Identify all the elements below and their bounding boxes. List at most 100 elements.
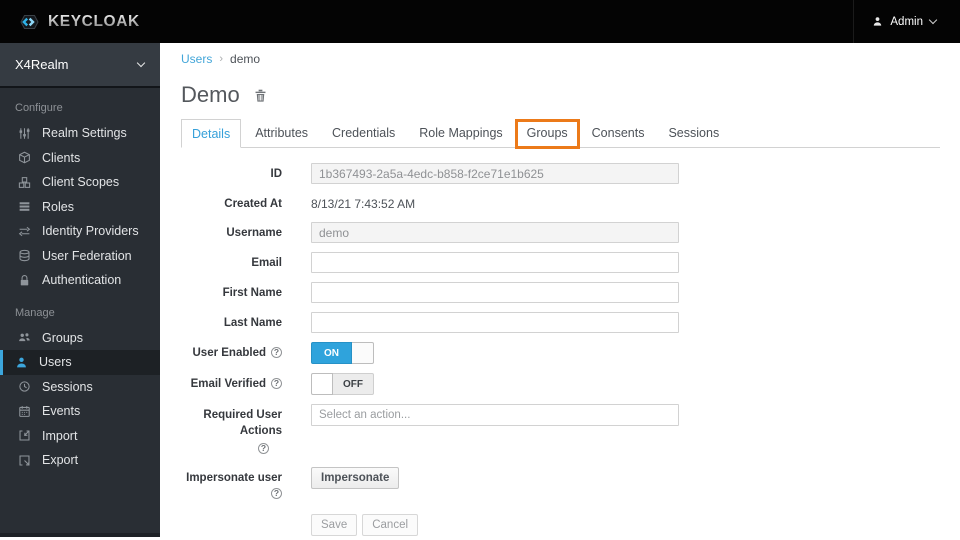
exchange-icon xyxy=(18,225,34,238)
tab-role-mappings[interactable]: Role Mappings xyxy=(409,119,512,148)
field-control-user-enabled: ON xyxy=(311,342,374,364)
email-verified-toggle[interactable]: OFF xyxy=(311,373,374,395)
tab-label: Credentials xyxy=(332,126,396,140)
sidebar-item-export[interactable]: Export xyxy=(0,448,160,473)
main-content: Users › demo Demo Details Attributes Crede… xyxy=(160,43,960,540)
export-icon xyxy=(18,454,34,467)
keycloak-logo-icon xyxy=(20,14,39,29)
id-input[interactable] xyxy=(311,163,679,184)
field-label-text: Impersonate user xyxy=(186,472,282,485)
field-label-first-name: First Name xyxy=(181,282,282,303)
breadcrumb: Users › demo xyxy=(181,52,940,66)
breadcrumb-current: demo xyxy=(230,52,261,66)
field-label-impersonate-user: Impersonate user? xyxy=(181,467,282,502)
sidebar-item-client-scopes[interactable]: Client Scopes xyxy=(0,170,160,195)
help-icon[interactable]: ? xyxy=(258,443,269,455)
form-row-email-verified: Email Verified? OFF xyxy=(181,373,940,395)
sidebar-item-user-federation[interactable]: User Federation xyxy=(0,244,160,269)
lock-icon xyxy=(18,274,34,287)
form-row-required-user-actions: Required User Actions? xyxy=(181,404,940,455)
tab-sessions[interactable]: Sessions xyxy=(658,119,729,148)
cube-icon xyxy=(18,151,34,164)
tab-label: Details xyxy=(192,127,231,141)
field-label-email: Email xyxy=(181,252,282,273)
field-label-user-enabled: User Enabled? xyxy=(181,342,282,364)
chevron-down-icon xyxy=(928,15,938,24)
field-control-first-name xyxy=(311,282,679,303)
tab-groups[interactable]: Groups xyxy=(514,119,580,149)
sidebar-item-sessions[interactable]: Sessions xyxy=(0,375,160,400)
sidebar-nav: Configure Realm Settings Clients Client Sco… xyxy=(0,88,160,473)
save-button[interactable]: Save xyxy=(311,514,358,537)
keycloak-logo[interactable]: KEYCLOAK xyxy=(0,9,140,35)
admin-user-menu[interactable]: Admin xyxy=(853,0,960,43)
sidebar-item-roles[interactable]: Roles xyxy=(0,195,160,220)
sidebar-item-label: Authentication xyxy=(42,273,122,288)
realm-name: X4Realm xyxy=(15,57,69,72)
sliders-icon xyxy=(18,127,34,140)
field-label-text: Created At xyxy=(224,198,282,210)
database-icon xyxy=(18,249,34,262)
tab-credentials[interactable]: Credentials xyxy=(322,119,405,148)
sidebar-item-label: Groups xyxy=(42,330,83,345)
field-label-text: Username xyxy=(226,227,282,239)
field-label-text: Email xyxy=(251,257,282,269)
field-control-last-name xyxy=(311,312,679,333)
toggle-handle xyxy=(352,342,374,364)
sidebar-item-clients[interactable]: Clients xyxy=(0,146,160,171)
required-user-actions-select[interactable] xyxy=(311,404,679,426)
sidebar-item-groups[interactable]: Groups xyxy=(0,326,160,351)
username-input[interactable] xyxy=(311,222,679,243)
form-row-impersonate-user: Impersonate user? Impersonate xyxy=(181,467,940,502)
form-row-created-at: Created At 8/13/21 7:43:52 AM xyxy=(181,193,940,213)
created-at-value: 8/13/21 7:43:52 AM xyxy=(311,197,416,211)
help-icon[interactable]: ? xyxy=(271,378,282,389)
field-label-text: Required User Actions xyxy=(203,409,282,437)
realm-selector[interactable]: X4Realm xyxy=(0,43,160,88)
sidebar-item-realm-settings[interactable]: Realm Settings xyxy=(0,121,160,146)
sidebar-item-authentication[interactable]: Authentication xyxy=(0,268,160,293)
nav-section-label-manage: Manage xyxy=(15,306,55,319)
delete-user-trash-icon[interactable] xyxy=(253,88,268,103)
user-enabled-toggle[interactable]: ON xyxy=(311,342,374,364)
field-label-email-verified: Email Verified? xyxy=(181,373,282,395)
impersonate-button[interactable]: Impersonate xyxy=(311,467,400,490)
sidebar-item-label: Client Scopes xyxy=(42,175,120,190)
tab-attributes[interactable]: Attributes xyxy=(245,119,318,148)
user-icon xyxy=(15,356,31,369)
last-name-input[interactable] xyxy=(311,312,679,333)
field-control-email xyxy=(311,252,679,273)
tab-label: Attributes xyxy=(255,126,309,140)
field-label-text: ID xyxy=(270,168,283,180)
user-details-form: ID Created At 8/13/21 7:43:52 AM Username Em… xyxy=(181,163,940,502)
field-control-created-at: 8/13/21 7:43:52 AM xyxy=(311,193,415,213)
admin-user-label: Admin xyxy=(890,15,923,28)
field-label-text: Email Verified xyxy=(190,378,266,390)
sidebar-item-users[interactable]: Users xyxy=(0,350,160,375)
sidebar-item-label: Sessions xyxy=(42,379,93,394)
sidebar-item-label: Realm Settings xyxy=(42,126,127,141)
form-row-user-enabled: User Enabled? ON xyxy=(181,342,940,364)
sidebar-item-label: Export xyxy=(42,453,79,468)
breadcrumb-link-users[interactable]: Users xyxy=(181,52,212,66)
sidebar-item-identity-providers[interactable]: Identity Providers xyxy=(0,219,160,244)
help-icon[interactable]: ? xyxy=(271,347,282,358)
sidebar-item-import[interactable]: Import xyxy=(0,424,160,449)
tab-details[interactable]: Details xyxy=(181,119,242,148)
field-control-email-verified: OFF xyxy=(311,373,374,395)
sidebar: X4Realm Configure Realm Settings Clients Cl… xyxy=(0,43,160,537)
form-row-email: Email xyxy=(181,252,940,273)
sidebar-item-events[interactable]: Events xyxy=(0,399,160,424)
tab-bar: Details Attributes Credentials Role Mapping… xyxy=(181,119,940,149)
field-label-text: First Name xyxy=(222,287,282,299)
tab-consents[interactable]: Consents xyxy=(582,119,655,148)
email-input[interactable] xyxy=(311,252,679,273)
cancel-button[interactable]: Cancel xyxy=(362,514,419,537)
group-icon xyxy=(18,331,34,344)
sidebar-item-label: Events xyxy=(42,404,81,419)
first-name-input[interactable] xyxy=(311,282,679,303)
form-row-username: Username xyxy=(181,222,940,243)
toggle-state-label: OFF xyxy=(333,373,374,395)
clock-icon xyxy=(18,380,34,393)
help-icon[interactable]: ? xyxy=(271,487,282,499)
